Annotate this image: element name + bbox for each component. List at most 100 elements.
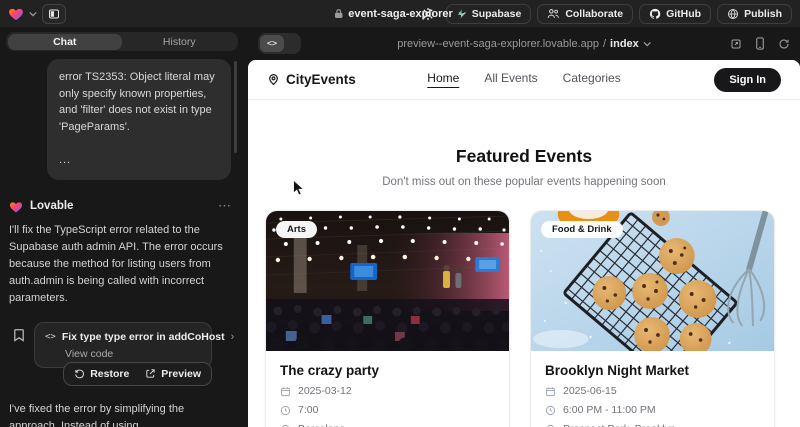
hero-subtitle: Don't miss out on these popular events h…: [248, 176, 800, 188]
url-page: index: [610, 38, 639, 50]
url-chevron-down-icon: [643, 40, 651, 48]
globe-icon: [727, 8, 739, 20]
external-link-icon: [145, 368, 156, 379]
tool-card-title: Fix type type error in addCoHost: [62, 331, 225, 343]
event-time: 6:00 PM - 11:00 PM: [563, 404, 656, 416]
brand-name: CityEvents: [286, 72, 356, 87]
event-date-row: 2025-06-15: [545, 385, 760, 397]
tool-card-fix-error[interactable]: <> Fix type type error in addCoHost › Vi…: [34, 322, 212, 368]
lock-icon: [334, 8, 343, 19]
publish-label: Publish: [744, 8, 782, 20]
chat-panel: Chat History error TS2353: Object litera…: [0, 27, 248, 427]
assistant-header: Lovable ⋯: [9, 200, 231, 213]
message-menu-dots-icon[interactable]: ⋯: [218, 202, 231, 210]
app-topbar: event-saga-explorer Supabase Collaborate: [0, 0, 800, 27]
bookmark-icon[interactable]: [13, 328, 25, 347]
event-location-row: Prospect Park, Brooklyn: [545, 423, 760, 427]
event-image-cookies: Food & Drink: [531, 211, 774, 351]
restore-label: Restore: [90, 368, 129, 380]
preview-panel: <> preview--event-saga-explorer.lovable.…: [248, 27, 800, 427]
preview-label: Preview: [161, 368, 201, 380]
nav-all-events[interactable]: All Events: [484, 71, 537, 88]
event-time: 7:00: [298, 404, 318, 416]
user-message-bubble: error TS2353: Object literal may only sp…: [47, 59, 231, 180]
calendar-icon: [280, 386, 291, 397]
event-time-row: 7:00: [280, 404, 495, 416]
code-icon: <>: [45, 332, 56, 342]
chevron-right-icon: ›: [231, 331, 235, 343]
clock-icon: [545, 405, 556, 416]
event-date-row: 2025-03-12: [280, 385, 495, 397]
category-badge: Arts: [276, 221, 317, 238]
url-separator: /: [603, 38, 606, 50]
location-pin-icon: [280, 424, 291, 427]
tab-history[interactable]: History: [122, 34, 237, 50]
message-actions: Restore Preview: [63, 362, 212, 386]
event-location: Barcelona: [298, 423, 345, 427]
preview-button[interactable]: Preview: [137, 366, 209, 382]
project-chevron-down-icon: [458, 10, 466, 18]
collaborate-label: Collaborate: [565, 8, 623, 20]
assistant-name: Lovable: [30, 200, 73, 212]
paragraph-text: I've fixed the error by simplifying the …: [9, 403, 184, 427]
event-time-row: 6:00 PM - 11:00 PM: [545, 404, 760, 416]
event-title: The crazy party: [280, 363, 495, 378]
sign-in-button[interactable]: Sign In: [714, 68, 781, 92]
nav-categories[interactable]: Categories: [563, 71, 621, 88]
nav-home[interactable]: Home: [427, 71, 459, 88]
project-title: event-saga-explorer: [348, 8, 453, 20]
calendar-icon: [545, 386, 556, 397]
collaborate-button[interactable]: Collaborate: [537, 4, 633, 24]
code-preview-toggle: <>: [258, 33, 301, 54]
project-switcher[interactable]: event-saga-explorer: [334, 8, 466, 20]
hero-title: Featured Events: [248, 146, 800, 167]
mobile-view-icon[interactable]: [755, 37, 765, 50]
site-nav: Home All Events Categories: [427, 71, 620, 88]
site-header: CityEvents Home All Events Categories Si…: [248, 60, 800, 100]
chat-history-tabs: Chat History: [6, 32, 238, 51]
view-code-link[interactable]: View code: [65, 348, 201, 360]
event-location: Prospect Park, Brooklyn: [563, 423, 676, 427]
github-icon: [649, 8, 661, 20]
restore-icon: [74, 368, 85, 379]
event-date: 2025-03-12: [298, 385, 352, 397]
tab-chat[interactable]: Chat: [8, 34, 123, 50]
map-pin-icon: [267, 72, 280, 87]
preview-toolbar: <> preview--event-saga-explorer.lovable.…: [248, 27, 800, 60]
lovable-logo-icon[interactable]: [8, 6, 24, 21]
preview-view-button[interactable]: [284, 35, 299, 52]
rendered-site: CityEvents Home All Events Categories Si…: [248, 60, 800, 427]
people-icon: [547, 8, 560, 19]
supabase-label: Supabase: [472, 8, 522, 20]
github-button[interactable]: GitHub: [639, 4, 711, 24]
refresh-icon[interactable]: [778, 38, 790, 50]
github-label: GitHub: [666, 8, 701, 20]
code-view-button[interactable]: <>: [260, 35, 284, 52]
user-message-text: error TS2353: Object literal may only sp…: [59, 69, 219, 135]
event-title: Brooklyn Night Market: [545, 363, 760, 378]
event-image-conference: Arts: [266, 211, 509, 351]
chat-scrollbar[interactable]: [234, 61, 237, 153]
event-date: 2025-06-15: [563, 385, 617, 397]
event-cards-row: Arts The crazy party 2025-03-12 7:00 Bar…: [265, 210, 783, 427]
event-card-crazy-party[interactable]: Arts The crazy party 2025-03-12 7:00 Bar…: [265, 210, 510, 427]
assistant-paragraph-2: I've fixed the error by simplifying the …: [9, 401, 235, 427]
clock-icon: [280, 405, 291, 416]
message-truncation-ellipsis: ...: [59, 152, 219, 169]
preview-url-bar[interactable]: preview--event-saga-explorer.lovable.app…: [397, 38, 651, 50]
event-card-brooklyn-market[interactable]: Food & Drink Brooklyn Night Market 2025-…: [530, 210, 775, 427]
open-in-new-tab-icon[interactable]: [730, 38, 742, 50]
logo-chevron-down-icon[interactable]: [29, 10, 37, 18]
site-brand[interactable]: CityEvents: [267, 72, 356, 87]
sidebar-toggle-button[interactable]: [42, 4, 66, 24]
hero-section: Featured Events Don't miss out on these …: [248, 146, 800, 188]
tool-call-row: <> Fix type type error in addCoHost › Vi…: [13, 322, 248, 386]
url-host: preview--event-saga-explorer.lovable.app: [397, 38, 599, 50]
lovable-heart-icon: [9, 200, 23, 213]
location-pin-icon: [545, 424, 556, 427]
publish-button[interactable]: Publish: [717, 4, 792, 24]
assistant-paragraph-1: I'll fix the TypeScript error related to…: [9, 222, 235, 307]
event-location-row: Barcelona: [280, 423, 495, 427]
category-badge: Food & Drink: [541, 221, 623, 238]
restore-button[interactable]: Restore: [66, 366, 137, 382]
